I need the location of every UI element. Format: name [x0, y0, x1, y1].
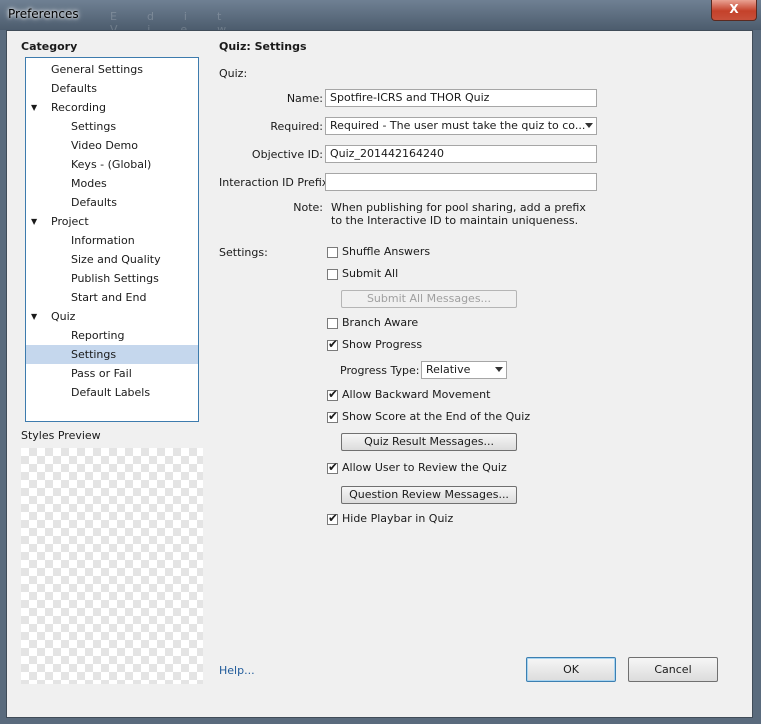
- hide-playbar-checkbox[interactable]: ✔: [327, 511, 339, 525]
- chevron-down-icon: [585, 123, 593, 128]
- tree-item-label: Publish Settings: [71, 272, 159, 285]
- close-button[interactable]: X: [711, 0, 757, 21]
- show-score-label: Show Score at the End of the Quiz: [342, 410, 531, 423]
- tree-item-settings[interactable]: Settings: [26, 345, 198, 364]
- expand-arrow-icon[interactable]: ▼: [31, 212, 37, 231]
- ok-button[interactable]: OK: [526, 657, 616, 682]
- tree-item-settings[interactable]: Settings: [26, 117, 198, 136]
- dialog-body: Category General Settings Defaults ▼ Record…: [6, 30, 753, 718]
- submit-all-checkbox[interactable]: [327, 269, 338, 280]
- objective-id-field[interactable]: Quiz_201442164240: [325, 145, 597, 163]
- submit-all-label: Submit All: [342, 267, 399, 280]
- quiz-label: Quiz:: [219, 67, 248, 80]
- branch-aware-checkbox[interactable]: [327, 318, 338, 329]
- tree-item-keys-global[interactable]: Keys - (Global): [26, 155, 198, 174]
- tree-item-pass-or-fail[interactable]: Pass or Fail: [26, 364, 198, 383]
- question-review-messages-button[interactable]: Question Review Messages...: [341, 486, 517, 504]
- allow-backward-movement-label: Allow Backward Movement: [342, 388, 491, 401]
- background-menu-ghost: Edit View Themes Window Help: [110, 10, 304, 75]
- objective-id-label: Objective ID:: [251, 148, 323, 161]
- progress-type-value: Relative: [426, 363, 471, 376]
- tree-item-label: Recording: [51, 101, 107, 114]
- tree-item-label: Defaults: [71, 196, 117, 209]
- required-label: Required:: [270, 120, 323, 133]
- show-score-checkbox[interactable]: ✔: [327, 409, 339, 423]
- tree-item-label: Size and Quality: [71, 253, 161, 266]
- tree-item-label: Reporting: [71, 329, 125, 342]
- styles-preview-area: [21, 448, 203, 684]
- tree-item-label: Modes: [71, 177, 107, 190]
- window-title: Preferences: [8, 7, 79, 21]
- title-bar: Preferences Edit View Themes Window Help…: [0, 0, 761, 75]
- tree-item-label: Pass or Fail: [71, 367, 132, 380]
- tree-item-size-and-quality[interactable]: Size and Quality: [26, 250, 198, 269]
- tree-item-label: Defaults: [51, 82, 97, 95]
- note-label: Note:: [293, 201, 323, 214]
- name-label: Name:: [286, 92, 323, 105]
- shuffle-answers-label: Shuffle Answers: [342, 245, 431, 258]
- note-text-line1: When publishing for pool sharing, add a …: [331, 201, 586, 214]
- settings-label: Settings:: [219, 246, 268, 259]
- interaction-id-prefix-field[interactable]: [325, 173, 597, 191]
- cancel-button[interactable]: Cancel: [628, 657, 718, 682]
- tree-item-label: Start and End: [71, 291, 147, 304]
- show-progress-label: Show Progress: [342, 338, 423, 351]
- submit-all-messages-button[interactable]: Submit All Messages...: [341, 290, 517, 308]
- tree-item-label: Settings: [71, 348, 117, 361]
- checkmark-icon: ✔: [328, 460, 339, 474]
- tree-item-information[interactable]: Information: [26, 231, 198, 250]
- progress-type-label: Progress Type:: [340, 364, 420, 377]
- tree-item-label: General Settings: [51, 63, 143, 76]
- allow-review-checkbox[interactable]: ✔: [327, 460, 339, 474]
- interaction-id-prefix-label: Interaction ID Prefix:: [219, 176, 333, 189]
- tree-item-label: Settings: [71, 120, 117, 133]
- checkmark-icon: ✔: [328, 387, 339, 401]
- tree-item-start-and-end[interactable]: Start and End: [26, 288, 198, 307]
- checkmark-icon: ✔: [328, 337, 339, 351]
- expand-arrow-icon[interactable]: ▼: [31, 307, 37, 326]
- required-dropdown-value: Required - The user must take the quiz t…: [330, 119, 586, 132]
- checkmark-icon: ✔: [328, 409, 339, 423]
- tree-item-video-demo[interactable]: Video Demo: [26, 136, 198, 155]
- expand-arrow-icon[interactable]: ▼: [31, 98, 37, 117]
- tree-item-general-settings[interactable]: General Settings: [26, 60, 198, 79]
- required-dropdown[interactable]: Required - The user must take the quiz t…: [325, 117, 597, 135]
- help-link[interactable]: Help...: [219, 664, 255, 677]
- tree-item-default-labels[interactable]: Default Labels: [26, 383, 198, 402]
- section-title: Quiz: Settings: [219, 40, 307, 53]
- tree-item-label: Video Demo: [71, 139, 138, 152]
- show-progress-checkbox[interactable]: ✔: [327, 337, 339, 351]
- name-field[interactable]: Spotfire-ICRS and THOR Quiz: [325, 89, 597, 107]
- note-text-line2: to the Interactive ID to maintain unique…: [331, 214, 579, 227]
- tree-item-defaults[interactable]: Defaults: [26, 79, 198, 98]
- progress-type-dropdown[interactable]: Relative: [421, 361, 507, 379]
- styles-preview-label: Styles Preview: [21, 429, 101, 442]
- tree-item-reporting[interactable]: Reporting: [26, 326, 198, 345]
- tree-item-label: Quiz: [51, 310, 76, 323]
- tree-item-publish-settings[interactable]: Publish Settings: [26, 269, 198, 288]
- category-tree[interactable]: General Settings Defaults ▼ Recording Settin…: [25, 57, 199, 422]
- category-heading: Category: [21, 40, 78, 53]
- tree-item-defaults[interactable]: Defaults: [26, 193, 198, 212]
- tree-item-quiz[interactable]: ▼ Quiz: [26, 307, 198, 326]
- tree-item-project[interactable]: ▼ Project: [26, 212, 198, 231]
- allow-backward-movement-checkbox[interactable]: ✔: [327, 387, 339, 401]
- branch-aware-label: Branch Aware: [342, 316, 419, 329]
- allow-review-label: Allow User to Review the Quiz: [342, 461, 507, 474]
- quiz-result-messages-button[interactable]: Quiz Result Messages...: [341, 433, 517, 451]
- checkmark-icon: ✔: [328, 511, 339, 525]
- tree-item-label: Keys - (Global): [71, 158, 152, 171]
- tree-item-label: Default Labels: [71, 386, 151, 399]
- shuffle-answers-checkbox[interactable]: [327, 247, 338, 258]
- tree-item-label: Project: [51, 215, 89, 228]
- chevron-down-icon: [495, 367, 503, 372]
- hide-playbar-label: Hide Playbar in Quiz: [342, 512, 454, 525]
- tree-item-modes[interactable]: Modes: [26, 174, 198, 193]
- tree-item-label: Information: [71, 234, 135, 247]
- tree-item-recording[interactable]: ▼ Recording: [26, 98, 198, 117]
